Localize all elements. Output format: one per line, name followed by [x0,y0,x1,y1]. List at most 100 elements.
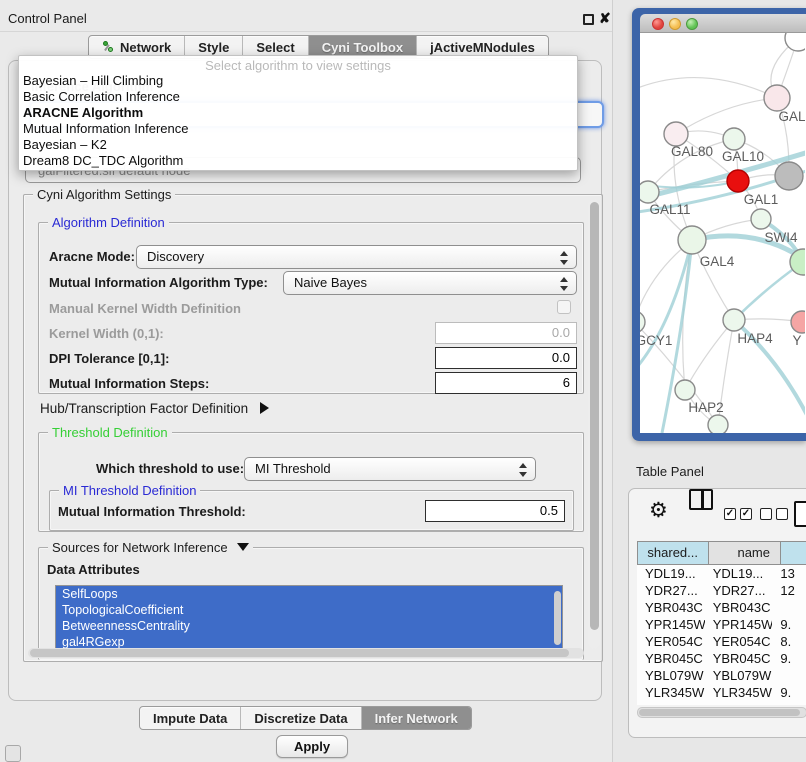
sources-title-text: Sources for Network Inference [52,540,228,555]
chevron-down-icon [237,543,249,551]
table-row[interactable]: YLR345WYLR345W9. [637,684,806,701]
dropdown-prompt: Select algorithm to view settings [19,56,577,73]
which-threshold-combobox[interactable]: MI Threshold [244,457,536,481]
settings-vertical-scrollbar[interactable] [588,199,600,649]
network-node[interactable] [708,415,728,433]
column-header-shared...[interactable]: shared... [637,541,709,565]
window-zoom-icon[interactable] [686,18,698,30]
table-row[interactable]: YDR27...YDR27...12 [637,582,806,599]
sources-group-title[interactable]: Sources for Network Inference [48,540,253,555]
tab-label: Discretize Data [254,711,347,726]
network-node-swi4[interactable] [751,209,771,229]
table-row[interactable]: YIL052CYIL052C9 [637,701,806,705]
aracne-mode-value: Discovery [147,249,204,264]
node-label: GAL80 [671,144,713,159]
network-node[interactable] [785,33,805,51]
dpi-tolerance-field[interactable]: 0.0 [435,347,577,369]
table-cell: YBL079W [637,667,705,684]
network-node[interactable] [775,162,803,190]
mi-steps-field[interactable]: 6 [435,372,577,394]
float-panel-icon[interactable] [583,14,594,25]
tab-label: Select [256,40,294,55]
columns-icon[interactable] [689,489,713,510]
table-panel-title: Table Panel [636,464,704,479]
settings-horizontal-scrollbar[interactable] [28,648,584,658]
network-node-gal4[interactable] [678,226,706,254]
table-cell: 8. [772,633,806,650]
data-attribute-item[interactable]: SelfLoops [56,586,562,602]
mi-threshold-definition-title: MI Threshold Definition [59,483,200,498]
dropdown-item[interactable]: Mutual Information Inference [19,121,577,137]
unchecked-checkbox-icon[interactable] [760,508,772,520]
list-vertical-scrollbar[interactable] [554,591,561,645]
table-row[interactable]: YBR045CYBR045C9. [637,650,806,667]
table-row[interactable]: YPR145WYPR145W9. [637,616,806,633]
algorithm-definition-title: Algorithm Definition [48,215,169,230]
window-close-icon[interactable] [652,18,664,30]
dropdown-item[interactable]: ARACNE Algorithm [19,105,577,121]
network-node-gcy1[interactable] [640,311,645,333]
table-row[interactable]: YER054CYER054C8. [637,633,806,650]
network-node-y[interactable] [791,311,805,333]
network-graph: GALGAL80GAL10GAL1GAL11SWI4GAL4GCY1HAP4YH… [640,33,805,433]
table-cell: 9 [772,701,806,705]
close-icon[interactable]: ✘ [599,10,611,27]
table-cell: YPR145W [705,616,773,633]
node-label: HAP4 [737,331,773,346]
unchecked-checkbox-icon[interactable] [776,508,788,520]
table-cell: YBR045C [637,650,705,667]
tab-label: Style [198,40,229,55]
dropdown-item[interactable]: Dream8 DC_TDC Algorithm [19,153,577,169]
mi-threshold-field[interactable]: 0.5 [425,500,565,522]
table-row[interactable]: YDL19...YDL19...13 [637,565,806,582]
node-label: GAL11 [649,202,690,217]
gear-icon[interactable]: ⚙ [649,498,668,523]
network-node-hap2[interactable] [675,380,695,400]
table-horizontal-scrollbar[interactable] [637,707,806,718]
network-node-hap4[interactable] [723,309,745,331]
checked-checkbox-icon[interactable]: ✓ [740,508,752,520]
table-row[interactable]: YBL079WYBL079W [637,667,806,684]
mi-type-combobox[interactable]: Naive Bayes [283,271,577,295]
checked-checkbox-icon[interactable]: ✓ [724,508,736,520]
data-attributes-list[interactable]: SelfLoopsTopologicalCoefficientBetweenne… [55,585,563,652]
network-canvas[interactable]: GALGAL80GAL10GAL1GAL11SWI4GAL4GCY1HAP4YH… [640,33,806,433]
table-cell: YIL052C [705,701,773,705]
network-node-gal10[interactable] [723,128,745,150]
network-node-gal[interactable] [764,85,790,111]
dropdown-item[interactable]: Bayesian – Hill Climbing [19,73,577,89]
scrollbar-thumb[interactable] [590,202,599,630]
window-minimize-icon[interactable] [669,18,681,30]
table-cell: YBR045C [705,650,773,667]
tab-discretize-data[interactable]: Discretize Data [241,707,361,729]
tab-label: Infer Network [375,711,458,726]
new-table-icon[interactable] [794,501,806,527]
column-header-name[interactable]: name [709,541,781,565]
spinner-arrows-icon [560,276,569,292]
data-attribute-item[interactable]: TopologicalCoefficient [56,602,562,618]
algorithm-definition-group: Algorithm Definition Aracne Mode: Discov… [38,222,584,394]
network-node-gal80[interactable] [664,122,688,146]
scrollbar-thumb[interactable] [639,709,800,716]
table-row[interactable]: YBR043CYBR043C [637,599,806,616]
table-cell: YPR145W [637,616,705,633]
table-body: YDL19...YDL19...13YDR27...YDR27...12YBR0… [637,565,806,705]
network-window-titlebar[interactable] [640,14,806,33]
network-view-window[interactable]: GALGAL80GAL10GAL1GAL11SWI4GAL4GCY1HAP4YH… [632,8,806,441]
scrollbar-thumb[interactable] [30,649,569,657]
apply-button[interactable]: Apply [276,735,348,758]
data-attribute-item[interactable]: BetweennessCentrality [56,618,562,634]
dropdown-item[interactable]: Bayesian – K2 [19,137,577,153]
network-node-gal1[interactable] [727,170,749,192]
dropdown-item[interactable]: Basic Correlation Inference [19,89,577,105]
table-cell: 9. [772,616,806,633]
panel-grip-button[interactable] [5,745,21,762]
network-node-gal11[interactable] [640,181,659,203]
kernel-width-field[interactable]: 0.0 [435,322,577,344]
manual-kernel-checkbox[interactable] [557,300,571,314]
aracne-mode-combobox[interactable]: Discovery [136,245,577,269]
hub-section-toggle[interactable]: Hub/Transcription Factor Definition [40,401,269,416]
column-header-clipped[interactable] [781,541,806,565]
tab-impute-data[interactable]: Impute Data [140,707,241,729]
tab-infer-network[interactable]: Infer Network [362,707,471,729]
